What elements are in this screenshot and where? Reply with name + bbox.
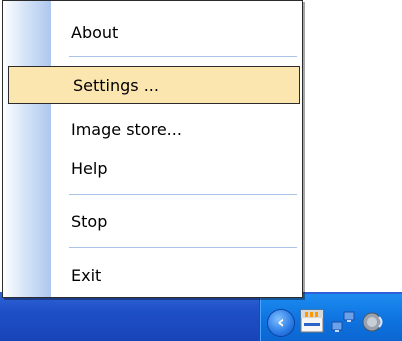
- menu-side-stripe: [3, 1, 51, 297]
- menu-item-label: Stop: [71, 211, 108, 231]
- menu-separator: [69, 247, 297, 248]
- tray-context-menu: About Settings ... Image store... Help S…: [2, 0, 303, 298]
- menu-item-label: Image store...: [71, 119, 182, 139]
- menu-separator: [69, 56, 297, 57]
- network-icon[interactable]: [331, 310, 355, 334]
- menu-item-label: About: [71, 22, 119, 42]
- menu-item-settings[interactable]: Settings ...: [8, 66, 300, 104]
- menu-item-label: Settings ...: [73, 75, 159, 95]
- menu-item-exit[interactable]: Exit: [53, 256, 299, 294]
- menu-item-help[interactable]: Help: [53, 149, 299, 187]
- menu-item-label: Exit: [71, 265, 102, 285]
- show-hidden-icons-chevron-icon[interactable]: ‹: [268, 310, 294, 336]
- menu-item-label: Help: [71, 158, 108, 178]
- menu-separator: [69, 194, 297, 195]
- menu-item-about[interactable]: About: [53, 13, 299, 51]
- app-tray-icon[interactable]: [300, 308, 324, 334]
- menu-item-image-store[interactable]: Image store...: [53, 110, 299, 148]
- menu-item-stop[interactable]: Stop: [53, 202, 299, 240]
- volume-icon[interactable]: [361, 310, 385, 334]
